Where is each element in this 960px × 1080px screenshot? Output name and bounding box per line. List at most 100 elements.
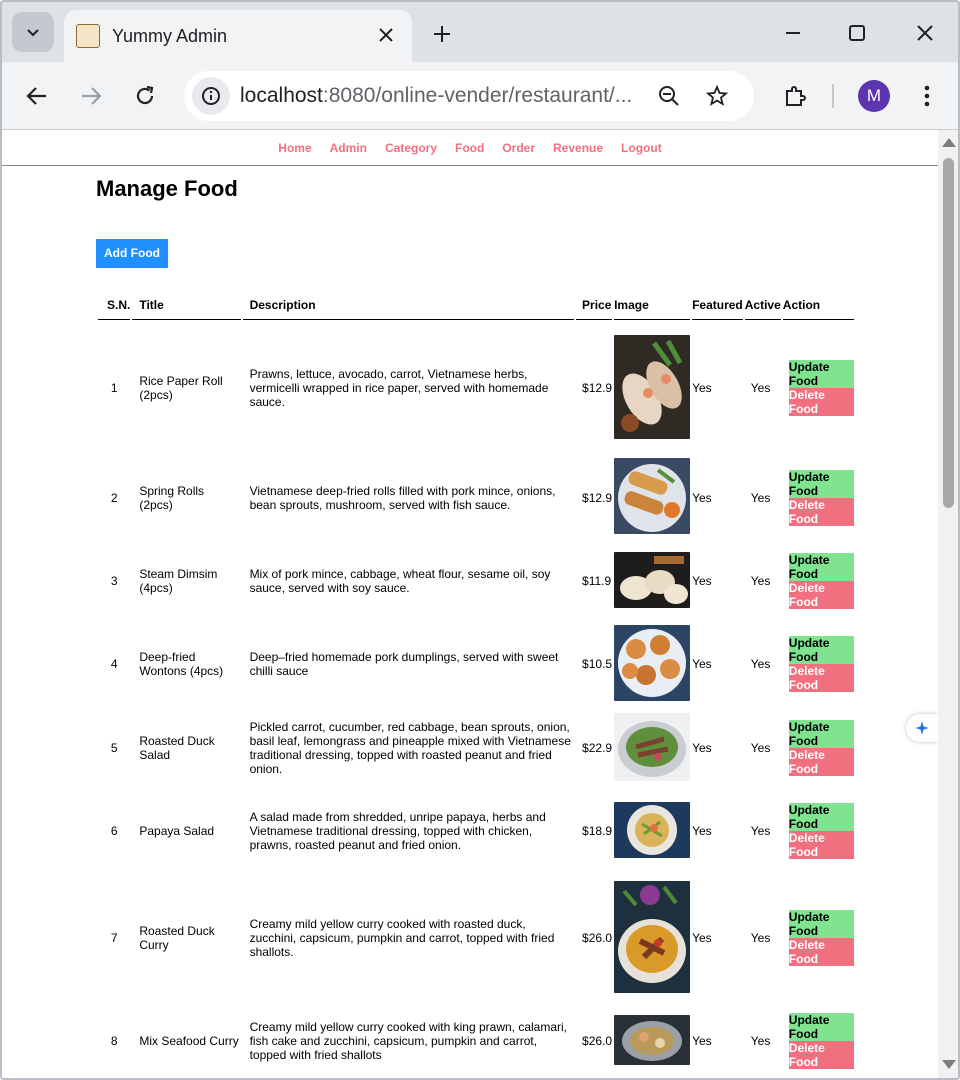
- maximize-button[interactable]: [842, 18, 872, 48]
- cell-description: Pickled carrot, cucumber, red cabbage, b…: [249, 720, 571, 776]
- close-icon: [379, 28, 393, 42]
- plus-icon: [434, 26, 450, 42]
- scrollbar-thumb[interactable]: [943, 158, 954, 508]
- papaya-salad-image: [614, 801, 691, 858]
- cell-featured: Yes: [692, 381, 712, 395]
- update-food-button[interactable]: Update Food: [788, 553, 854, 581]
- cell-sn: 3: [110, 574, 118, 588]
- nav-admin[interactable]: Admin: [330, 141, 367, 155]
- chevron-down-icon: [27, 29, 39, 37]
- update-food-button[interactable]: Update Food: [788, 1013, 854, 1041]
- extensions-button[interactable]: [778, 79, 812, 113]
- update-food-button[interactable]: Update Food: [788, 720, 854, 748]
- update-food-button[interactable]: Update Food: [788, 636, 854, 664]
- cell-featured: Yes: [692, 931, 712, 945]
- nav-food[interactable]: Food: [455, 141, 484, 155]
- delete-food-button[interactable]: Delete Food: [788, 1041, 854, 1069]
- cell-action: Update Food Delete Food: [783, 1005, 854, 1077]
- table-row: 2 Spring Rolls (2pcs) Vietnamese deep-fr…: [98, 456, 854, 539]
- nav-logout[interactable]: Logout: [621, 141, 662, 155]
- arrow-left-icon: [26, 87, 46, 105]
- cell-image: [614, 707, 691, 789]
- bookmark-button[interactable]: [700, 79, 734, 113]
- table-row: 7 Roasted Duck Curry Creamy mild yellow …: [98, 873, 854, 1003]
- cell-title: Mix Seafood Curry: [139, 1034, 239, 1048]
- header-price: Price: [576, 296, 613, 320]
- admin-nav: Home Admin Category Food Order Revenue L…: [2, 130, 938, 166]
- cell-featured: Yes: [692, 1034, 712, 1048]
- delete-food-button[interactable]: Delete Food: [788, 938, 854, 966]
- scroll-up-arrow-icon[interactable]: [942, 138, 956, 147]
- site-info-button[interactable]: [192, 77, 230, 115]
- seafood-curry-image: [614, 1014, 691, 1065]
- table-row: 6 Papaya Salad A salad made from shredde…: [98, 791, 854, 871]
- cell-action: Update Food Delete Food: [783, 873, 854, 1003]
- add-food-button[interactable]: Add Food: [96, 239, 168, 268]
- cell-featured: Yes: [692, 741, 712, 755]
- tab-search-button[interactable]: [12, 12, 54, 52]
- cell-featured: Yes: [692, 490, 712, 505]
- wontons-image: [614, 624, 691, 701]
- maximize-icon: [849, 25, 865, 41]
- update-food-button[interactable]: Update Food: [788, 803, 854, 831]
- address-bar[interactable]: localhost:8080/online-vender/restaurant/…: [184, 71, 754, 121]
- minimize-button[interactable]: [778, 18, 808, 48]
- page-title: Manage Food: [96, 176, 238, 201]
- zoom-button[interactable]: [652, 79, 686, 113]
- delete-food-button[interactable]: Delete Food: [788, 831, 854, 859]
- update-food-button[interactable]: Update Food: [788, 360, 854, 388]
- forward-button[interactable]: [74, 79, 108, 113]
- cell-image: [614, 873, 691, 1003]
- scroll-down-arrow-icon[interactable]: [942, 1060, 956, 1069]
- cell-sn: 2: [110, 490, 118, 505]
- close-window-button[interactable]: [910, 18, 940, 48]
- cell-price: $18.9: [582, 824, 613, 838]
- nav-order[interactable]: Order: [502, 141, 535, 155]
- delete-food-button[interactable]: Delete Food: [788, 497, 854, 526]
- update-food-button[interactable]: Update Food: [788, 910, 854, 938]
- close-tab-button[interactable]: [374, 23, 398, 47]
- update-food-button[interactable]: Update Food: [788, 469, 854, 498]
- reload-button[interactable]: [128, 79, 162, 113]
- cell-price: $26.0: [582, 931, 613, 945]
- nav-home[interactable]: Home: [278, 141, 311, 155]
- more-vertical-icon: [924, 85, 930, 107]
- vertical-scrollbar[interactable]: [938, 130, 958, 1078]
- cell-active: Yes: [750, 574, 771, 588]
- cell-active: Yes: [750, 931, 771, 945]
- new-tab-button[interactable]: [428, 20, 456, 48]
- duck-salad-image: [614, 712, 691, 781]
- cell-description: Vietnamese deep-fried rolls filled with …: [249, 483, 556, 512]
- browser-tab[interactable]: Yummy Admin: [64, 10, 412, 62]
- delete-food-button[interactable]: Delete Food: [788, 388, 854, 416]
- cell-sn: 1: [110, 381, 118, 395]
- cell-price: $10.5: [582, 657, 613, 671]
- profile-avatar[interactable]: M: [858, 80, 890, 112]
- back-button[interactable]: [20, 79, 54, 113]
- browser-toolbar: localhost:8080/online-vender/restaurant/…: [2, 62, 958, 130]
- cell-price: $22.9: [582, 741, 613, 755]
- nav-category[interactable]: Category: [385, 141, 437, 155]
- cell-image: [614, 1005, 691, 1077]
- cell-active: Yes: [750, 490, 771, 505]
- tomcat-favicon-icon: [76, 24, 100, 48]
- tab-strip: Yummy Admin: [2, 2, 958, 62]
- assistant-float-button[interactable]: [906, 714, 938, 742]
- menu-button[interactable]: [910, 79, 944, 113]
- cell-featured: Yes: [692, 574, 712, 588]
- url-host: localhost: [240, 84, 323, 107]
- cell-image: [614, 541, 691, 621]
- cell-price: $11.9: [582, 574, 612, 588]
- delete-food-button[interactable]: Delete Food: [788, 664, 854, 692]
- duck-curry-image: [614, 880, 691, 993]
- cell-featured: Yes: [692, 657, 712, 671]
- cell-active: Yes: [750, 1034, 771, 1048]
- cell-description: Creamy mild yellow curry cooked with kin…: [249, 1020, 567, 1062]
- delete-food-button[interactable]: Delete Food: [788, 748, 854, 776]
- cell-sn: 8: [110, 1034, 118, 1048]
- url-text[interactable]: localhost:8080/online-vender/restaurant/…: [240, 84, 632, 108]
- nav-revenue[interactable]: Revenue: [553, 141, 603, 155]
- cell-action: Update Food Delete Food: [783, 791, 854, 871]
- delete-food-button[interactable]: Delete Food: [788, 581, 854, 609]
- cell-price: $26.0: [582, 1034, 613, 1048]
